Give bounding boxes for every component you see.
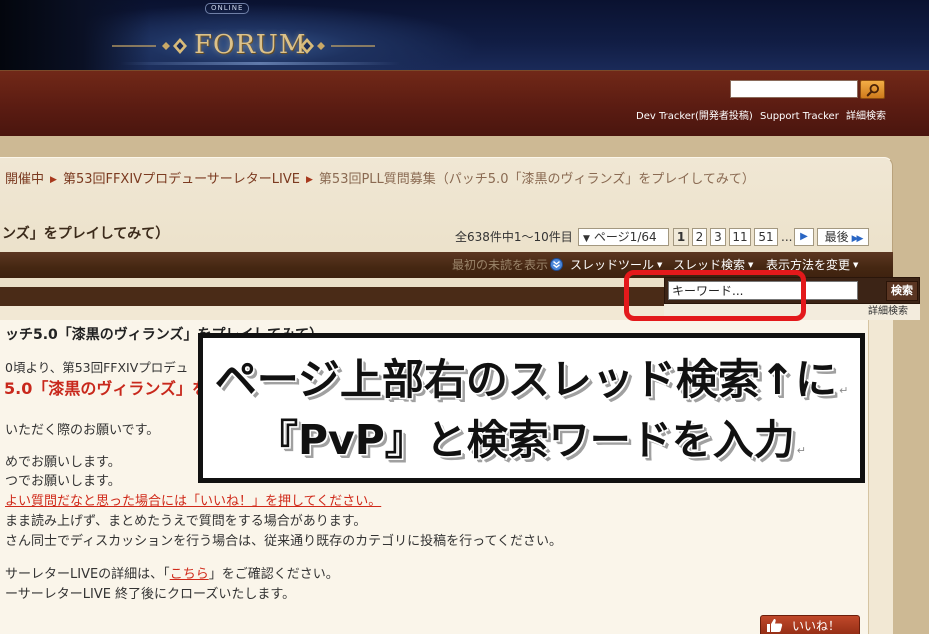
like-button[interactable]: いいね！ [760, 615, 860, 634]
return-mark: ↵ [839, 384, 849, 397]
breadcrumb-separator: ▶ [306, 175, 313, 185]
page-button[interactable]: 11 [729, 228, 751, 246]
details-prefix: サーレターLIVEの詳細は、「 [5, 567, 170, 582]
diamond-ornament-icon [300, 38, 375, 54]
page-select-label: ページ1/64 [593, 230, 657, 244]
breadcrumb-item-thread: 第53回PLL質問募集（パッチ5.0「漆黒のヴィランズ」をプレイしてみて） [318, 172, 755, 187]
double-chevron-right-icon: ▶▶ [851, 234, 864, 244]
diamond-ornament-icon [112, 38, 187, 54]
chevron-down-icon: ▼ [853, 261, 859, 269]
breadcrumb: 開催中 ▶ 第53回FFXIVプロデューサーレターLIVE ▶ 第53回PLL質問募集（… [5, 172, 755, 188]
keyword-search-button[interactable]: 検索 [886, 281, 918, 301]
like-button-label: いいね！ [792, 618, 841, 633]
support-tracker-link[interactable]: Support Tracker [760, 111, 839, 122]
result-count: 全638件中1～10件目 [455, 230, 573, 244]
post-line: つでお願いします。 [5, 474, 121, 489]
callout-line-1: ページ上部右のスレッド検索↑に ↵ [203, 355, 860, 416]
header-search-button[interactable] [860, 80, 885, 99]
post-line-like-request: よい質問だなと思った場合には「いいね！」を押してください。 [5, 494, 382, 509]
instruction-callout: ページ上部右のスレッド検索↑に ↵ 『PvP』と検索ワードを入力 ↵ [198, 333, 865, 483]
callout-line-2: 『PvP』と検索ワードを入力 ↵ [203, 415, 860, 476]
last-page-label: 最後 [824, 230, 849, 244]
post-intro: 0頃より、第53回FFXIVプロデュ [5, 360, 189, 375]
header-links: Dev Tracker(開発者投稿) Support Tracker 詳細検索 [636, 110, 886, 123]
header-advanced-search-link[interactable]: 詳細検索 [846, 111, 886, 122]
page-select-dropdown[interactable]: ▼ ページ1/64 [578, 228, 669, 246]
header-search-input[interactable] [730, 80, 858, 98]
forum-logo[interactable]: FORUM [194, 30, 306, 60]
page-button[interactable]: 51 [754, 228, 778, 246]
post-line: まま読み上げず、まとめたうえで質問をする場合があります。 [5, 514, 367, 529]
details-link[interactable]: こちら [170, 567, 209, 582]
page-button[interactable]: 3 [710, 228, 726, 246]
dev-tracker-link[interactable]: Dev Tracker(開発者投稿) [636, 111, 753, 122]
search-icon [866, 83, 879, 96]
callout-line-2-text: 『PvP』と検索ワードを入力 [256, 416, 795, 464]
pagination: 1 2 3 11 51 ... ▶ 最後 ▶▶ [673, 228, 869, 246]
thumbs-up-icon [767, 618, 783, 632]
return-mark: ↵ [796, 444, 807, 457]
last-page-button[interactable]: 最後 ▶▶ [817, 228, 869, 246]
chevron-down-icon: ▼ [748, 261, 754, 269]
post-line: めでお願いします。 [5, 455, 121, 470]
details-suffix: 」をご確認ください。 [208, 567, 339, 582]
forum-banner: ONLINE FORUM [0, 0, 929, 70]
double-chevron-down-icon[interactable] [550, 258, 563, 271]
breadcrumb-item-category[interactable]: 開催中 [5, 172, 44, 187]
page-button[interactable]: 2 [692, 228, 707, 246]
highlight-box [624, 270, 806, 321]
page-button-current[interactable]: 1 [673, 228, 689, 246]
breadcrumb-item-forum[interactable]: 第53回FFXIVプロデューサーレターLIVE [63, 172, 300, 187]
banner-glow [120, 62, 400, 65]
post-line: いただく際のお願いです。 [5, 423, 160, 438]
callout-line-1-text: ページ上部右のスレッド検索↑に [214, 355, 838, 404]
post-line: さん同士でディスカッションを行う場合は、従来通り既存のカテゴリに投稿を行ってくだ… [5, 534, 563, 549]
chevron-down-icon: ▼ [583, 234, 590, 244]
dropdown-advanced-search-link[interactable]: 詳細検索 [868, 306, 908, 317]
post-closing-line: ーサーレターLIVE 終了後にクローズいたします。 [5, 587, 296, 602]
first-unread-link[interactable]: 最初の未読を表示 [452, 258, 548, 272]
post-headline: 5.0「漆黒のヴィランズ」を [4, 379, 209, 398]
online-label: ONLINE [205, 3, 250, 14]
next-page-button[interactable]: ▶ [794, 228, 814, 246]
pagination-ellipsis: ... [781, 230, 793, 244]
breadcrumb-separator: ▶ [50, 175, 57, 185]
chevron-down-icon: ▼ [657, 261, 663, 269]
post-details-line: サーレターLIVEの詳細は、「こちら」をご確認ください。 [5, 567, 339, 583]
thread-title: ンズ」をプレイしてみて） [2, 226, 170, 242]
